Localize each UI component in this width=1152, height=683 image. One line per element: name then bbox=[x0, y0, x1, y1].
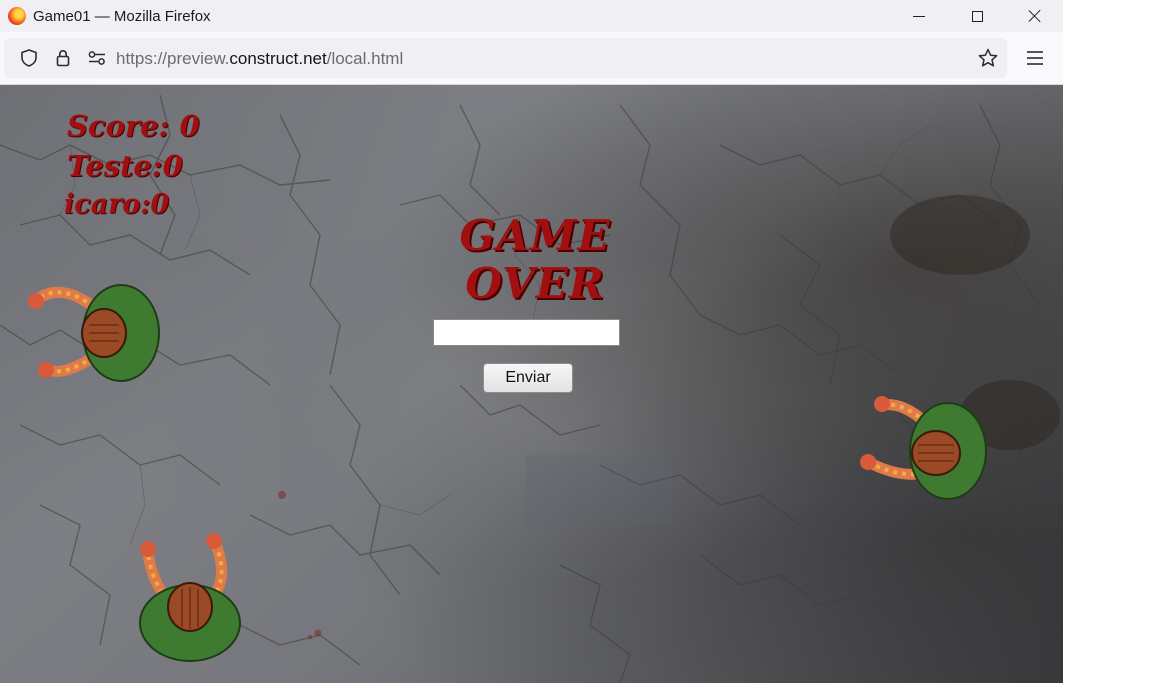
url-bar[interactable]: https://preview.construct.net/local.html bbox=[4, 38, 1007, 78]
permissions-icon[interactable] bbox=[86, 47, 108, 69]
score-label: Score: 0 bbox=[67, 109, 200, 143]
name-input[interactable] bbox=[433, 319, 620, 346]
url-prefix: https://preview. bbox=[116, 49, 230, 68]
ground-patch bbox=[525, 455, 672, 525]
browser-window: Game01 — Mozilla Firefox https://preview… bbox=[0, 0, 1063, 683]
url-path: /local.html bbox=[326, 49, 404, 68]
lock-icon[interactable] bbox=[52, 47, 74, 69]
zombie-sprite bbox=[139, 533, 241, 662]
minimize-button[interactable] bbox=[890, 0, 948, 32]
zombie-sprite bbox=[28, 284, 160, 382]
send-button[interactable]: Enviar bbox=[483, 363, 573, 393]
game-canvas[interactable]: Score: 0 Teste:0 icaro:0 GAME OVER Envia… bbox=[0, 85, 1063, 683]
close-button[interactable] bbox=[1006, 0, 1063, 32]
close-icon bbox=[1028, 9, 1042, 23]
teste-label: Teste:0 bbox=[67, 149, 183, 183]
nav-bar: https://preview.construct.net/local.html bbox=[0, 32, 1063, 85]
game-over-line-1: GAME bbox=[459, 211, 611, 260]
zombie-sprite bbox=[860, 396, 987, 500]
url-text[interactable]: https://preview.construct.net/local.html bbox=[116, 49, 403, 69]
minimize-icon bbox=[913, 15, 925, 17]
title-bar: Game01 — Mozilla Firefox bbox=[0, 0, 1063, 32]
shield-icon[interactable] bbox=[18, 47, 40, 69]
maximize-icon bbox=[971, 10, 983, 22]
star-icon[interactable] bbox=[977, 47, 999, 69]
url-domain: construct.net bbox=[229, 49, 327, 68]
firefox-logo-icon bbox=[8, 7, 26, 25]
hamburger-menu-icon[interactable] bbox=[1025, 49, 1045, 69]
game-over-title: GAME OVER bbox=[455, 212, 615, 308]
maximize-button[interactable] bbox=[948, 0, 1006, 32]
game-over-line-2: OVER bbox=[465, 259, 605, 308]
icaro-label: icaro:0 bbox=[64, 189, 170, 220]
window-title: Game01 — Mozilla Firefox bbox=[33, 7, 211, 25]
desktop-background bbox=[1063, 0, 1152, 683]
